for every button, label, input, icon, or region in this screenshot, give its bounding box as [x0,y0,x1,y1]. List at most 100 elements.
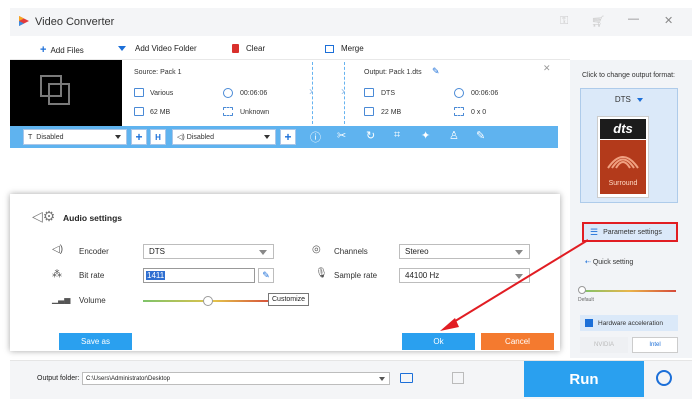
subtitle-settings-button[interactable]: H [150,129,166,145]
merge-label: Merge [341,44,364,53]
subtitle-value: Disabled [36,133,64,141]
rotate-icon[interactable]: ↻ [366,129,375,142]
output-folder-label: Output folder: [37,375,80,382]
effects-icon[interactable]: ✦ [421,129,430,142]
dropdown-arrow-icon [637,98,644,102]
source-label: Source: Pack 1 [134,69,182,76]
format-icon [134,88,144,97]
chevron-right-icon: › [309,84,313,98]
customize-button[interactable]: ✎ [258,268,274,283]
quick-setting-icon: ⇠ [585,259,591,266]
clock-icon [454,88,464,98]
output-duration: 00:06:06 [471,90,499,97]
add-files-button[interactable]: + Add Files [40,44,84,56]
subtitle-edit-icon[interactable]: ✎ [476,129,485,142]
resolution-icon [454,107,464,116]
cart-icon[interactable]: 🛒︎ [591,15,605,28]
customize-tooltip: Customize [268,293,310,306]
key-icon[interactable]: ⚿ [560,15,568,28]
samplerate-select[interactable]: 44100 Hz [399,268,530,283]
channels-icon: ◎ [312,244,321,255]
clock-icon [223,88,233,98]
bitrate-icon: ⁂ [52,269,62,280]
parameter-settings-label: Parameter settings [603,228,662,236]
volume-icon: ▁▃▅ [52,295,71,304]
output-format: DTS [381,90,395,97]
surround-label: Surround [608,180,638,187]
cut-icon[interactable]: ✂ [337,129,346,142]
info-icon[interactable]: ⓘ [310,129,321,145]
channels-select[interactable]: Stereo [399,244,530,259]
bitrate-input[interactable]: 1411 [143,268,255,283]
output-folder-input[interactable]: C:\Users\Administrator\Desktop [82,372,390,385]
text-icon: T [28,133,33,141]
default-label: Default [578,297,594,303]
merge-button[interactable]: Merge [325,44,364,53]
add-files-label: Add Files [50,45,84,55]
alarm-clock-icon[interactable] [656,370,672,386]
channels-value: Stereo [405,247,429,256]
encoder-value: DTS [149,247,165,256]
surround-badge: Surround [600,140,646,194]
chevron-right-icon: › [341,84,345,98]
video-thumbnail [10,60,122,126]
quality-slider-knob[interactable] [578,286,586,294]
plus-icon: + [40,44,47,56]
volume-slider-knob[interactable] [203,296,213,306]
audio-track-dropdown[interactable]: ◁) Disabled [172,129,276,145]
source-duration: 00:06:06 [240,90,268,97]
clear-button[interactable]: Clear [232,44,265,53]
app-logo-icon [19,16,29,26]
output-folder-value: C:\Users\Administrator\Desktop [86,375,171,382]
add-video-folder-label: Add Video Folder [135,44,197,53]
filesize-icon [364,107,374,116]
edit-name-icon[interactable]: ✎ [432,66,440,77]
add-audio-track-button[interactable]: + [280,129,296,145]
toolbar [10,36,570,60]
parameter-settings-button[interactable]: ☰ Parameter settings [582,222,678,242]
source-format: Various [150,90,174,97]
speaker-icon: ◁) [177,134,185,141]
cancel-button[interactable]: Cancel [481,333,554,350]
audio-gear-icon: ◁⚙ [32,208,56,224]
hardware-acceleration-button[interactable]: Hardware acceleration [580,315,678,331]
microphone-icon: 🎙︎ [315,268,328,279]
clear-label: Clear [246,44,266,53]
source-size: 62 MB [150,109,171,116]
filesize-icon [134,107,144,116]
dialog-title: Audio settings [63,213,123,223]
output-label: Output: Pack 1.dts [364,69,422,76]
subtitle-dropdown[interactable]: T Disabled [23,129,127,145]
crop-icon[interactable]: ⌗ [394,129,400,142]
format-icon [364,88,374,97]
source-resolution: Unknown [240,109,270,116]
encoder-select[interactable]: DTS [143,244,274,259]
dropdown-arrow-icon [118,46,126,51]
watermark-icon[interactable]: ♙ [449,129,459,142]
run-button[interactable]: Run [524,361,644,397]
speaker-icon: ◁) [52,244,64,255]
remove-file-icon[interactable]: ✕ [543,63,551,74]
volume-label: Volume [79,296,106,305]
dts-logo-text: dts [600,119,646,139]
output-resolution: 0 x 0 [471,109,487,116]
intel-badge: Intel [632,337,678,353]
add-subtitle-button[interactable]: + [131,129,147,145]
sliders-icon: ☰ [590,226,599,237]
history-icon[interactable] [452,372,464,384]
bitrate-value: 1411 [146,271,166,280]
add-video-folder-button[interactable]: Add Video Folder [118,44,197,53]
hardware-acceleration-label: Hardware acceleration [598,319,664,327]
audio-track-value: Disabled [186,133,214,141]
pencil-icon: ✎ [262,270,270,280]
open-folder-icon[interactable] [400,373,413,383]
quality-slider[interactable] [582,290,676,292]
ok-button[interactable]: Ok [402,333,475,350]
save-as-button[interactable]: Save as [59,333,132,350]
nvidia-badge: NVIDIA [580,337,628,353]
output-size: 22 MB [381,109,402,116]
minimize-icon[interactable]: — [628,13,639,25]
close-icon[interactable]: ✕ [664,14,673,27]
output-format-hint: Click to change output format: [582,72,675,79]
quick-setting: ⇠ Quick setting [585,258,633,266]
